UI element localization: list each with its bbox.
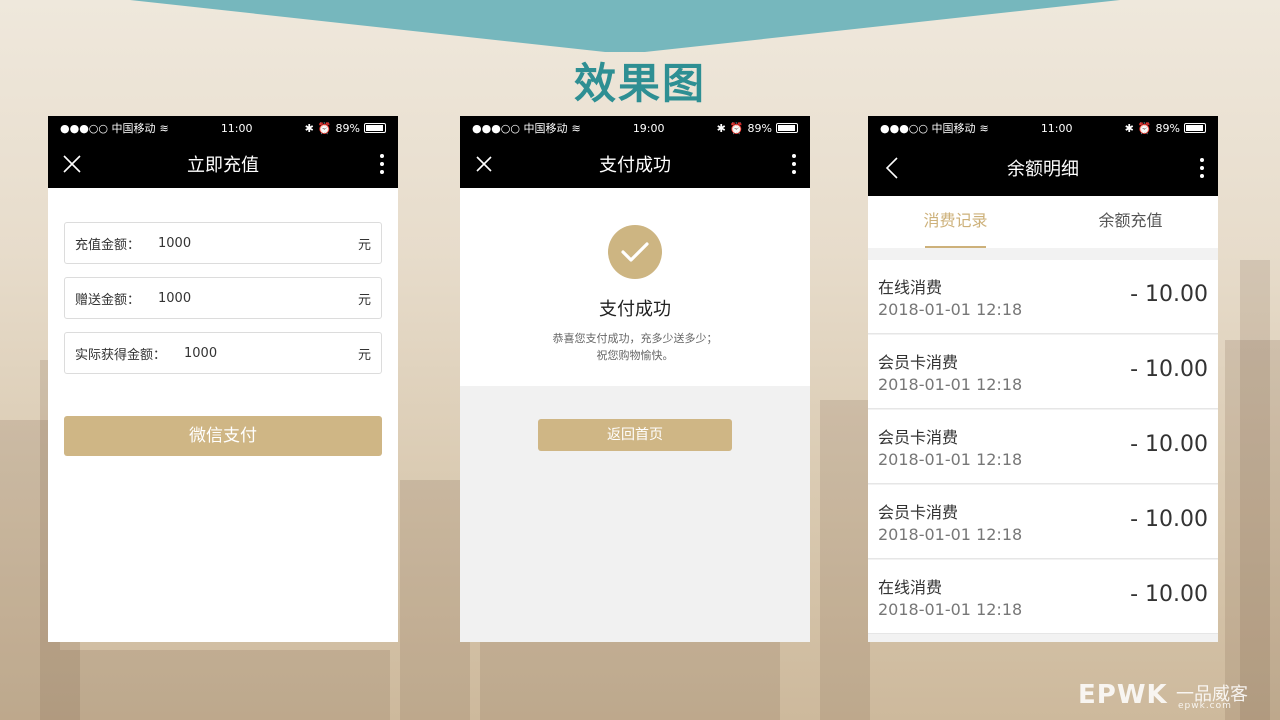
tab-balance-recharge[interactable]: 余额充值 xyxy=(1043,196,1218,248)
record-time: 2018-01-01 12:18 xyxy=(878,450,1023,469)
bonus-amount-field[interactable]: 赠送金额： 1000 元 xyxy=(64,277,382,319)
list-item[interactable]: 在线消费 2018-01-01 12:18 - 10.00 xyxy=(868,260,1218,334)
record-name: 在线消费 xyxy=(878,278,943,297)
slide-title: 效果图 xyxy=(573,59,706,108)
field-unit: 元 xyxy=(357,237,371,253)
epwk-logo: EPWK 一品威客 epwk.com xyxy=(1078,680,1268,711)
nav-bar: 支付成功 xyxy=(460,140,810,188)
bluetooth-icon: ✱ xyxy=(1124,121,1134,135)
logo-url: epwk.com xyxy=(1178,701,1232,711)
alarm-icon: ⏰ xyxy=(729,121,744,135)
record-time: 2018-01-01 12:18 xyxy=(878,375,1023,394)
tab-consumption-records[interactable]: 消费记录 xyxy=(868,196,1043,248)
record-name: 会员卡消费 xyxy=(878,503,959,522)
success-title: 支付成功 xyxy=(599,299,671,320)
status-time: 19:00 xyxy=(632,121,665,135)
alarm-icon: ⏰ xyxy=(1137,121,1152,135)
success-panel: 支付成功 恭喜您支付成功，充多少送多少； 祝您购物愉快。 xyxy=(460,188,810,386)
list-item[interactable]: 会员卡消费 2018-01-01 12:18 - 10.00 xyxy=(868,485,1218,559)
list-item[interactable]: 会员卡消费 2018-01-01 12:18 - 10.00 xyxy=(868,410,1218,484)
bluetooth-icon: ✱ xyxy=(304,121,314,135)
more-menu-icon[interactable] xyxy=(1194,154,1210,182)
battery-percent: 89% xyxy=(1155,121,1180,135)
field-unit: 元 xyxy=(357,292,371,308)
status-bar: ●●●○○ 中国移动 ≋ 11:00 ✱ ⏰ 89% xyxy=(868,116,1218,140)
check-icon xyxy=(608,225,662,279)
field-label: 实际获得金额： xyxy=(75,347,167,363)
close-icon[interactable] xyxy=(470,150,498,178)
tab-bar: 消费记录 余额充值 xyxy=(868,196,1218,248)
field-label: 赠送金额： xyxy=(75,292,141,308)
phone-payment-success: ●●●○○ 中国移动 ≋ 19:00 ✱ ⏰ 89% 支付成功 支付成功 恭喜您… xyxy=(460,116,810,642)
message-line: 祝您购物愉快。 xyxy=(596,349,674,362)
wechat-pay-button[interactable]: 微信支付 xyxy=(64,416,382,456)
battery-percent: 89% xyxy=(747,121,772,135)
list-item[interactable]: 会员卡消费 2018-01-01 12:18 - 10.00 xyxy=(868,335,1218,409)
battery-percent: 89% xyxy=(335,121,360,135)
record-amount: - 10.00 xyxy=(1130,507,1208,532)
list-item[interactable]: 在线消费 2018-01-01 12:18 - 10.00 xyxy=(868,560,1218,634)
status-time: 11:00 xyxy=(220,121,253,135)
actual-amount-field[interactable]: 实际获得金额： 1000 元 xyxy=(64,332,382,374)
close-icon[interactable] xyxy=(58,150,86,178)
logo-brand: EPWK xyxy=(1078,680,1168,710)
top-banner xyxy=(130,0,1120,52)
nav-bar: 立即充值 xyxy=(48,140,398,188)
carrier-label: ●●●○○ 中国移动 xyxy=(472,122,568,135)
recharge-amount-field[interactable]: 充值金额： 1000 元 xyxy=(64,222,382,264)
record-list: 在线消费 2018-01-01 12:18 - 10.00 会员卡消费 2018… xyxy=(868,260,1218,634)
status-time: 11:00 xyxy=(1040,121,1073,135)
back-home-button[interactable]: 返回首页 xyxy=(538,419,732,451)
page-title: 支付成功 xyxy=(599,155,671,176)
record-time: 2018-01-01 12:18 xyxy=(878,300,1023,319)
back-chevron-icon[interactable] xyxy=(878,154,906,182)
record-time: 2018-01-01 12:18 xyxy=(878,600,1023,619)
field-value: 1000 xyxy=(158,290,192,306)
success-message: 恭喜您支付成功，充多少送多少； 祝您购物愉快。 xyxy=(460,330,810,364)
page-title: 余额明细 xyxy=(1007,159,1079,180)
nav-bar: 余额明细 xyxy=(868,140,1218,196)
record-amount: - 10.00 xyxy=(1130,357,1208,382)
field-label: 充值金额： xyxy=(75,237,141,253)
battery-icon xyxy=(1183,123,1206,133)
field-unit: 元 xyxy=(357,347,371,363)
record-amount: - 10.00 xyxy=(1130,282,1208,307)
page-title: 立即充值 xyxy=(187,155,259,176)
carrier-label: ●●●○○ 中国移动 xyxy=(880,122,976,135)
battery-icon xyxy=(775,123,798,133)
carrier-label: ●●●○○ 中国移动 xyxy=(60,122,156,135)
phone-recharge: ●●●○○ 中国移动 ≋ 11:00 ✱ ⏰ 89% 立即充值 充值金额： 10… xyxy=(48,116,398,642)
record-time: 2018-01-01 12:18 xyxy=(878,525,1023,544)
more-menu-icon[interactable] xyxy=(786,150,802,178)
record-amount: - 10.00 xyxy=(1130,432,1208,457)
field-value: 1000 xyxy=(158,235,192,251)
wifi-icon: ≋ xyxy=(979,121,989,135)
status-bar: ●●●○○ 中国移动 ≋ 19:00 ✱ ⏰ 89% xyxy=(460,116,810,140)
message-line: 恭喜您支付成功，充多少送多少； xyxy=(552,332,718,345)
bluetooth-icon: ✱ xyxy=(716,121,726,135)
wifi-icon: ≋ xyxy=(159,121,169,135)
field-value: 1000 xyxy=(184,345,218,361)
more-menu-icon[interactable] xyxy=(374,150,390,178)
phone-balance-detail: ●●●○○ 中国移动 ≋ 11:00 ✱ ⏰ 89% 余额明细 消费记录 余额充… xyxy=(868,116,1218,642)
recharge-form: 充值金额： 1000 元 赠送金额： 1000 元 实际获得金额： 1000 元 xyxy=(48,188,398,374)
wifi-icon: ≋ xyxy=(571,121,581,135)
record-name: 会员卡消费 xyxy=(878,353,959,372)
battery-icon xyxy=(363,123,386,133)
record-name: 会员卡消费 xyxy=(878,428,959,447)
record-name: 在线消费 xyxy=(878,578,943,597)
alarm-icon: ⏰ xyxy=(317,121,332,135)
status-bar: ●●●○○ 中国移动 ≋ 11:00 ✱ ⏰ 89% xyxy=(48,116,398,140)
record-amount: - 10.00 xyxy=(1130,582,1208,607)
